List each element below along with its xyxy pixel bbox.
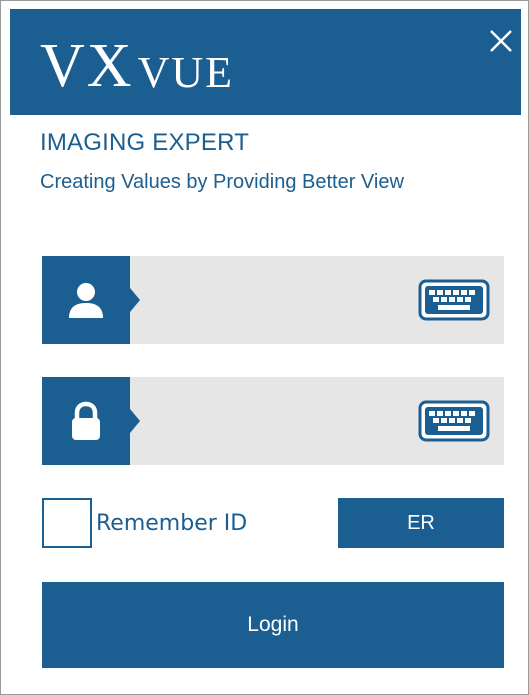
- brand-subtitle: Creating Values by Providing Better View: [40, 171, 404, 193]
- keyboard-icon: [418, 400, 490, 442]
- remember-id-row: Remember ID: [42, 498, 247, 548]
- login-window: VX VUE IMAGING EXPERT Creating Values by…: [0, 0, 529, 695]
- er-button[interactable]: ER: [338, 498, 504, 548]
- header-banner: VX VUE: [10, 9, 521, 115]
- lock-icon: [72, 401, 100, 440]
- username-input[interactable]: [152, 256, 412, 344]
- password-input[interactable]: [152, 377, 412, 465]
- logo-main-text: VX: [40, 32, 134, 100]
- close-icon: [490, 30, 512, 52]
- remember-id-label[interactable]: Remember ID: [96, 511, 247, 536]
- password-field[interactable]: [42, 377, 504, 465]
- field-pointer: [130, 288, 140, 312]
- login-button[interactable]: Login: [42, 582, 504, 668]
- username-field[interactable]: [42, 256, 504, 344]
- close-button[interactable]: [487, 27, 515, 55]
- field-pointer: [130, 409, 140, 433]
- username-icon-box: [42, 256, 130, 344]
- user-icon: [69, 283, 103, 318]
- app-logo: VX VUE: [40, 27, 234, 97]
- remember-id-checkbox[interactable]: [42, 498, 92, 548]
- password-keyboard-button[interactable]: [418, 399, 490, 443]
- keyboard-icon: [418, 279, 490, 321]
- password-icon-box: [42, 377, 130, 465]
- logo-sub-text: VUE: [137, 48, 234, 97]
- brand-title: IMAGING EXPERT: [40, 129, 250, 156]
- username-keyboard-button[interactable]: [418, 278, 490, 322]
